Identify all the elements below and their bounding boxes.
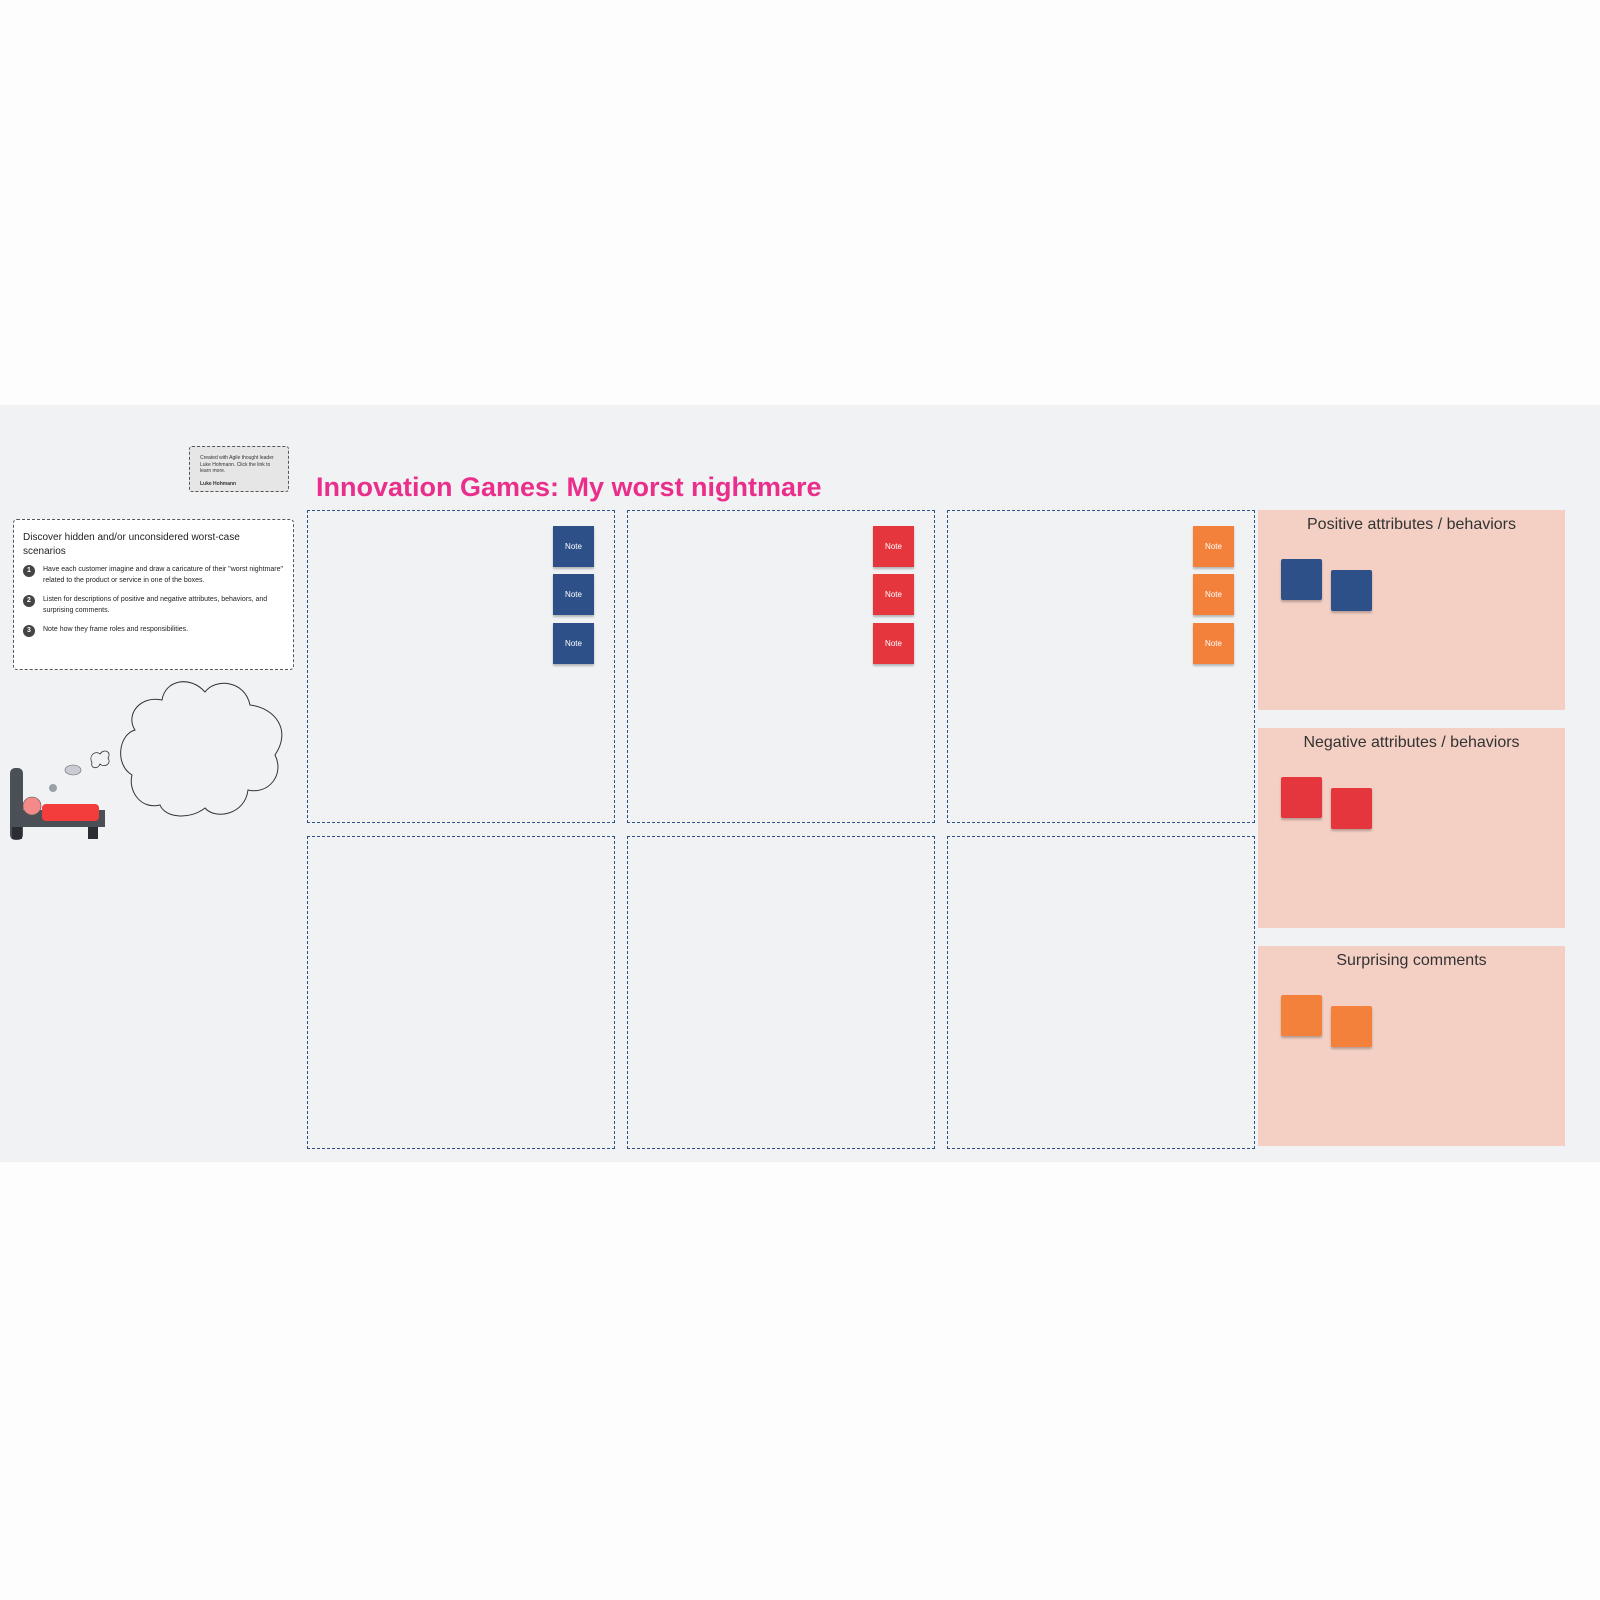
sticky-note[interactable] [1331,788,1372,829]
credit-text: Created with Agile thought leader Luke H… [200,455,274,474]
instruction-step: 3 Note how they frame roles and responsib… [23,625,284,637]
category-panel[interactable]: Negative attributes / behaviors [1258,728,1565,928]
bed-icon [10,768,105,840]
instructions-heading: Discover hidden and/or unconsidered wors… [23,532,240,557]
drawing-box[interactable] [307,836,615,1149]
instruction-step: 2 Listen for descriptions of positive and… [23,595,284,616]
sticky-note[interactable] [1331,570,1372,611]
thought-cloud-icon [49,681,283,817]
sticky-note[interactable] [1281,559,1322,600]
sleeping-person-illustration [10,681,283,840]
step-number: 1 [23,565,35,577]
sticky-note[interactable] [1331,1006,1372,1047]
sticky-note[interactable]: Note [1193,574,1234,615]
step-text: Listen for descriptions of positive and … [43,596,268,614]
panel-title: Negative attributes / behaviors [1303,734,1520,751]
drawing-box[interactable] [627,836,935,1149]
instruction-step: 1 Have each customer imagine and draw a c… [23,565,284,586]
instructions-card: Discover hidden and/or unconsidered wors… [13,519,294,670]
sticky-note[interactable]: Note [873,526,914,567]
sticky-note[interactable]: Note [873,574,914,615]
sticky-note[interactable]: Note [873,623,914,664]
step-text: Have each customer imagine and draw a ca… [43,566,283,584]
sticky-note[interactable]: Note [553,574,594,615]
step-number: 2 [23,595,35,607]
step-text: Note how they frame roles and responsibi… [43,626,189,633]
sticky-note[interactable]: Note [1193,623,1234,664]
sticky-note[interactable] [1281,777,1322,818]
category-panel[interactable]: Surprising comments [1258,946,1565,1146]
sticky-note[interactable]: Note [553,526,594,567]
step-number: 3 [23,625,35,637]
sticky-note[interactable]: Note [553,623,594,664]
credit-author[interactable]: Luke Hohmann [200,481,278,488]
board-title: Innovation Games: My worst nightmare [316,472,822,502]
category-panel[interactable]: Positive attributes / behaviors [1258,510,1565,710]
panel-title: Positive attributes / behaviors [1307,516,1516,533]
sticky-note[interactable]: Note [1193,526,1234,567]
drawing-box[interactable] [947,836,1255,1149]
sticky-note[interactable] [1281,995,1322,1036]
panel-title: Surprising comments [1336,952,1487,969]
credit-card[interactable]: Created with Agile thought leader Luke H… [189,446,289,492]
